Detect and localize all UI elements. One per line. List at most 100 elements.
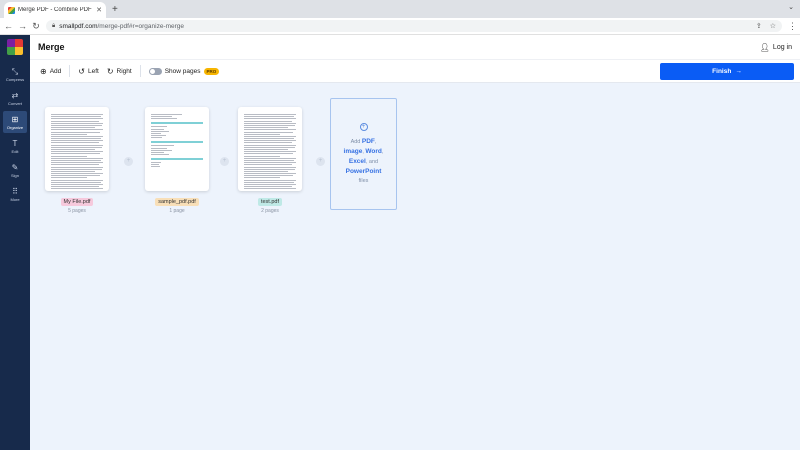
thumbnail-text-line (244, 146, 295, 148)
tab-close-icon[interactable]: ✕ (96, 6, 102, 14)
browser-tab[interactable]: Merge PDF - Combine PDF fil ✕ (4, 2, 106, 18)
page-title: Merge (38, 42, 65, 52)
thumbnail-text-line (51, 188, 103, 190)
sidebar-item-more[interactable]: ⠿ More (0, 183, 30, 205)
url-input[interactable]: 🔒︎ smallpdf.com/merge-pdf#r=organize-mer… (46, 20, 782, 32)
sidebar-item-label: Convert (7, 100, 22, 106)
file-name-tag: My File.pdf (60, 198, 94, 206)
thumbnail-text-line (244, 129, 296, 131)
thumbnail-text-line (151, 147, 167, 149)
file-thumbnail[interactable] (238, 107, 302, 191)
thumbnail-text-line (244, 168, 295, 170)
thumbnail-text-line (151, 149, 172, 151)
file-page-count: 5 pages (68, 208, 86, 214)
browser-tab-bar: Merge PDF - Combine PDF fil ✕ + ⌄ (0, 0, 800, 18)
thumbnail-text-line (51, 168, 102, 170)
finish-label: Finish (712, 68, 732, 75)
organize-icon: ⊞ (11, 114, 19, 124)
thumbnail-text-line (51, 184, 103, 185)
finish-button[interactable]: Finish → (660, 63, 794, 80)
show-pages-label: Show pages (164, 67, 201, 75)
address-bar-row: ← → ↻ 🔒︎ smallpdf.com/merge-pdf#r=organi… (0, 18, 800, 35)
thumbnail-text-line (244, 149, 289, 150)
sidebar-item-sign[interactable]: ✎ Sign (0, 159, 30, 181)
file-page-count: 2 pages (261, 208, 279, 214)
smallpdf-logo[interactable] (7, 39, 23, 55)
thumbnail-text-line (244, 124, 295, 126)
thumbnail-text-line (244, 188, 296, 190)
add-excel: Excel (348, 157, 366, 165)
sidebar-item-convert[interactable]: ⇄ Convert (0, 87, 30, 109)
sign-icon: ✎ (11, 162, 19, 172)
bookmark-star-icon[interactable]: ☆ (770, 22, 776, 30)
sidebar-item-label: Sign (10, 172, 19, 178)
thumbnail-text-line (51, 129, 103, 131)
login-label: Log in (772, 43, 792, 51)
thumbnail-text-line (51, 179, 103, 181)
thumbnail-text-line (244, 184, 296, 185)
thumbnail-text-line (51, 131, 100, 133)
login-button[interactable]: 👤︎ Log in (760, 43, 792, 52)
thumbnail-text-line (51, 124, 102, 126)
thumbnail-text-line (151, 118, 177, 120)
forward-arrow-icon[interactable]: → (18, 21, 27, 31)
toggle-switch[interactable] (148, 67, 162, 75)
url-path: /merge-pdf#r=organize-merge (97, 22, 185, 30)
lock-icon[interactable]: 🔒︎ (52, 23, 55, 30)
thumbnail-text-line (244, 159, 294, 161)
sidebar-item-edit[interactable]: T Edit (0, 135, 30, 157)
merge-workspace: My File.pdf 5 pages + sample_pdf.pdf 1 p… (30, 83, 800, 450)
rotate-left-icon: ↺ (78, 66, 85, 76)
thumbnail-text-line (51, 114, 103, 115)
thumbnail-text-line (244, 131, 293, 133)
thumbnail-text-line (244, 175, 293, 177)
thumbnail-text-line (244, 186, 292, 188)
thumbnail-text-line (244, 166, 296, 168)
back-arrow-icon[interactable]: ← (4, 21, 13, 31)
user-icon: 👤︎ (759, 42, 770, 52)
thumbnail-text-line (244, 151, 296, 153)
file-thumbnail[interactable] (45, 107, 109, 191)
share-icon[interactable]: ⇪ (756, 22, 762, 30)
file-thumbnail[interactable] (145, 107, 209, 191)
sidebar-item-label: Compress (5, 76, 25, 82)
pro-badge: PRO (203, 67, 220, 75)
add-suffix: files (358, 177, 369, 184)
sidebar-item-compress[interactable]: ⤡ Compress (0, 63, 30, 85)
file-card[interactable]: My File.pdf 5 pages (43, 107, 111, 214)
file-page-count: 1 page (169, 208, 185, 214)
merge-connector-icon: + (220, 157, 229, 166)
thumbnail-text-line (51, 140, 103, 142)
add-button[interactable]: ⊕ Add (40, 67, 61, 76)
app-root: ⤡ Compress ⇄ Convert ⊞ Organize T Edit ✎… (0, 35, 800, 450)
add-prefix: Add (350, 138, 361, 145)
thumbnail-text-line (51, 127, 96, 129)
thumbnail-text-line (51, 144, 103, 146)
thumbnail-text-line (244, 118, 296, 120)
thumbnail-text-line (51, 170, 96, 172)
right-label: Right (116, 67, 132, 75)
tab-search-icon[interactable]: ⌄ (788, 3, 794, 11)
add-files-dropzone[interactable]: + Add PDF, image, Word, Excel, and Power… (330, 98, 397, 210)
new-tab-button[interactable]: + (112, 2, 118, 18)
thumbnail-text-line (51, 159, 101, 161)
rotate-left-button[interactable]: ↺ Left (78, 67, 99, 76)
show-pages-toggle[interactable]: Show pages PRO (148, 67, 220, 75)
thumbnail-text-line (151, 116, 172, 118)
reload-icon[interactable]: ↻ (32, 21, 40, 32)
file-name-tag: test.pdf (257, 198, 283, 206)
toolbar-divider (139, 65, 141, 77)
thumbnail-text-line (244, 122, 296, 124)
thumbnail-text-line (51, 122, 103, 124)
rotate-right-button[interactable]: ↻ Right (107, 67, 132, 76)
file-card[interactable]: test.pdf 2 pages (236, 107, 304, 214)
thumbnail-text-line (151, 162, 162, 164)
toolbar: ⊕ Add ↺ Left ↻ Right Show pages PRO Fini… (30, 59, 800, 83)
browser-menu-icon[interactable]: ⋮ (788, 21, 797, 32)
thumbnail-text-line (51, 142, 99, 144)
file-card[interactable]: sample_pdf.pdf 1 page (143, 107, 211, 214)
thumbnail-text-line (244, 114, 296, 115)
thumbnail-text-line (244, 155, 281, 157)
sidebar-item-organize[interactable]: ⊞ Organize (3, 111, 27, 133)
sidebar-item-label: Edit (11, 148, 19, 154)
